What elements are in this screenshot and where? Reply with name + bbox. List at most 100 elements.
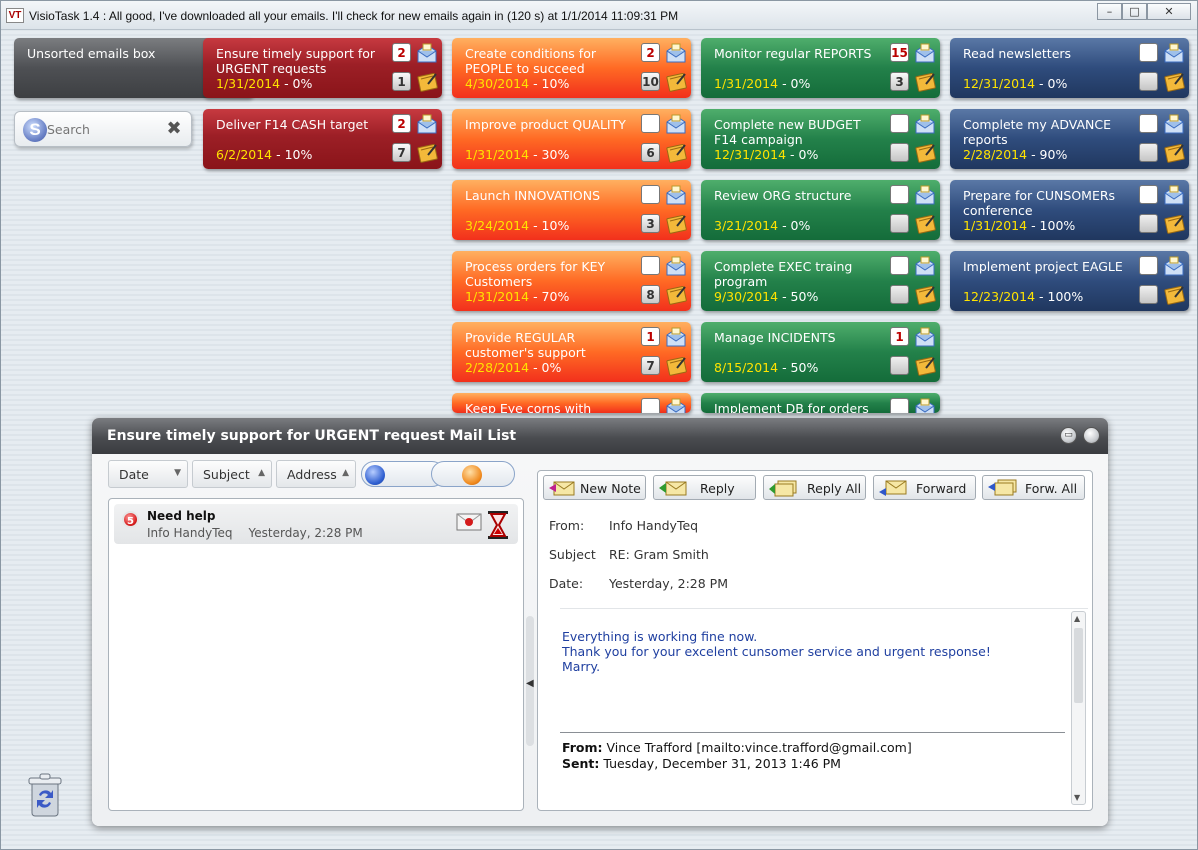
body-scrollbar[interactable]: ▲ ▼	[1071, 611, 1086, 805]
mail-count-badge[interactable]	[890, 185, 909, 204]
notes-count-badge[interactable]	[890, 143, 909, 162]
mail-count-badge[interactable]: 1	[890, 327, 909, 346]
mail-count-badge[interactable]	[1139, 43, 1158, 62]
notes-count-badge[interactable]: 1	[392, 72, 411, 91]
sort-date-button[interactable]: Date ▼	[108, 460, 188, 488]
task-tile[interactable]: Complete my ADVANCE reports 2/28/2014 - 9…	[950, 109, 1189, 169]
notes-icon[interactable]	[664, 284, 688, 306]
notes-count-badge[interactable]: 10	[641, 72, 660, 91]
notes-icon[interactable]	[415, 142, 439, 164]
mail-icon[interactable]	[415, 113, 439, 135]
task-tile[interactable]: Read newsletters 12/31/2014 - 0%	[950, 38, 1189, 98]
notes-icon[interactable]	[913, 213, 937, 235]
mail-count-badge[interactable]	[890, 398, 909, 413]
notes-count-badge[interactable]: 7	[641, 356, 660, 375]
mail-count-badge[interactable]	[890, 256, 909, 275]
notes-count-badge[interactable]: 3	[890, 72, 909, 91]
notes-count-badge[interactable]	[890, 356, 909, 375]
reply-all-button[interactable]: Reply All	[763, 475, 866, 500]
mail-icon[interactable]	[664, 397, 688, 413]
task-tile[interactable]: Process orders for KEY Customers 1/31/201…	[452, 251, 691, 311]
scroll-up-icon[interactable]: ▲	[1074, 614, 1080, 623]
search-box[interactable]: S ✖	[14, 111, 192, 147]
mail-body[interactable]: Everything is working fine now. Thank yo…	[560, 608, 1088, 803]
notes-count-badge[interactable]: 6	[641, 143, 660, 162]
mail-icon[interactable]	[913, 255, 937, 277]
notes-count-badge[interactable]: 3	[641, 214, 660, 233]
task-tile[interactable]: Improve product QUALITY 1/31/2014 - 30% 6	[452, 109, 691, 169]
mail-icon[interactable]	[664, 113, 688, 135]
mail-icon[interactable]	[664, 255, 688, 277]
mail-icon[interactable]	[664, 184, 688, 206]
sort-subject-button[interactable]: Subject ▲	[192, 460, 272, 488]
mail-icon[interactable]	[913, 113, 937, 135]
notes-count-badge[interactable]	[890, 285, 909, 304]
recycle-bin-icon[interactable]	[27, 773, 63, 819]
mail-count-badge[interactable]: 2	[392, 114, 411, 133]
new-note-button[interactable]: New Note	[543, 475, 646, 500]
notes-icon[interactable]	[1162, 213, 1186, 235]
maximize-button[interactable]: □	[1122, 3, 1147, 20]
task-tile[interactable]: Complete EXEC traing program 9/30/2014 - …	[701, 251, 940, 311]
pane-splitter[interactable]: ◀	[526, 616, 534, 746]
notes-icon[interactable]	[1162, 71, 1186, 93]
task-tile[interactable]: Ensure timely support for URGENT request…	[203, 38, 442, 98]
task-tile[interactable]: Monitor regular REPORTS 1/31/2014 - 0% 15 3	[701, 38, 940, 98]
task-tile[interactable]: Launch INNOVATIONS 3/24/2014 - 10% 3	[452, 180, 691, 240]
mail-count-badge[interactable]: 2	[641, 43, 660, 62]
notes-icon[interactable]	[664, 71, 688, 93]
forward-all-button[interactable]: Forw. All	[982, 475, 1085, 500]
hourglass-icon[interactable]	[486, 510, 510, 540]
forward-button[interactable]: Forward	[873, 475, 976, 500]
reply-button[interactable]: Reply	[653, 475, 756, 500]
task-tile[interactable]: Prepare for CUNSOMERs conference 1/31/201…	[950, 180, 1189, 240]
notes-icon[interactable]	[415, 71, 439, 93]
orange-filter-toggle[interactable]	[431, 461, 515, 487]
mail-icon[interactable]	[415, 42, 439, 64]
task-tile[interactable]: Implement DB for orders	[701, 393, 940, 413]
mail-icon[interactable]	[913, 184, 937, 206]
task-tile[interactable]: Complete new BUDGET F14 campaign 12/31/20…	[701, 109, 940, 169]
notes-icon[interactable]	[1162, 284, 1186, 306]
mail-count-badge[interactable]: 2	[392, 43, 411, 62]
notes-icon[interactable]	[913, 355, 937, 377]
close-button[interactable]: ✕	[1147, 3, 1191, 20]
notes-count-badge[interactable]	[1139, 72, 1158, 91]
mail-icon[interactable]	[1162, 42, 1186, 64]
mail-icon[interactable]	[1162, 113, 1186, 135]
mail-icon[interactable]	[913, 397, 937, 413]
mail-count-badge[interactable]	[641, 114, 660, 133]
mail-count-badge[interactable]	[1139, 185, 1158, 204]
mail-count-badge[interactable]	[1139, 256, 1158, 275]
notes-count-badge[interactable]	[1139, 143, 1158, 162]
notes-icon[interactable]	[913, 71, 937, 93]
panel-restore-icon[interactable]: ▭	[1060, 427, 1077, 444]
mail-count-badge[interactable]	[890, 114, 909, 133]
notes-icon[interactable]	[1162, 142, 1186, 164]
mail-list-item[interactable]: 5 Need help Info HandyTeq Yesterday, 2:28…	[114, 504, 518, 544]
task-tile[interactable]: Create conditions for PEOPLE to succeed 4…	[452, 38, 691, 98]
scroll-down-icon[interactable]: ▼	[1074, 793, 1080, 802]
mail-count-badge[interactable]	[641, 185, 660, 204]
mail-icon[interactable]	[664, 42, 688, 64]
task-tile[interactable]: Manage INCIDENTS 8/15/2014 - 50% 1	[701, 322, 940, 382]
mail-icon[interactable]	[913, 326, 937, 348]
task-tile[interactable]: Keep Eye corns with	[452, 393, 691, 413]
minimize-button[interactable]: –	[1097, 3, 1122, 20]
notes-count-badge[interactable]: 8	[641, 285, 660, 304]
mail-icon[interactable]	[1162, 255, 1186, 277]
mail-icon[interactable]	[1162, 184, 1186, 206]
mail-count-badge[interactable]	[641, 256, 660, 275]
notes-icon[interactable]	[664, 142, 688, 164]
mail-count-badge[interactable]: 1	[641, 327, 660, 346]
notes-count-badge[interactable]	[1139, 214, 1158, 233]
search-input[interactable]	[47, 120, 167, 138]
task-tile[interactable]: Provide REGULAR customer's support 2/28/2…	[452, 322, 691, 382]
task-tile[interactable]: Implement project EAGLE 12/23/2014 - 100%	[950, 251, 1189, 311]
mail-count-badge[interactable]	[641, 398, 660, 413]
scroll-thumb[interactable]	[1074, 628, 1083, 703]
task-tile[interactable]: Review ORG structure 3/21/2014 - 0%	[701, 180, 940, 240]
sort-address-button[interactable]: Address ▲	[276, 460, 356, 488]
notes-icon[interactable]	[913, 142, 937, 164]
panel-close-icon[interactable]	[1083, 427, 1100, 444]
